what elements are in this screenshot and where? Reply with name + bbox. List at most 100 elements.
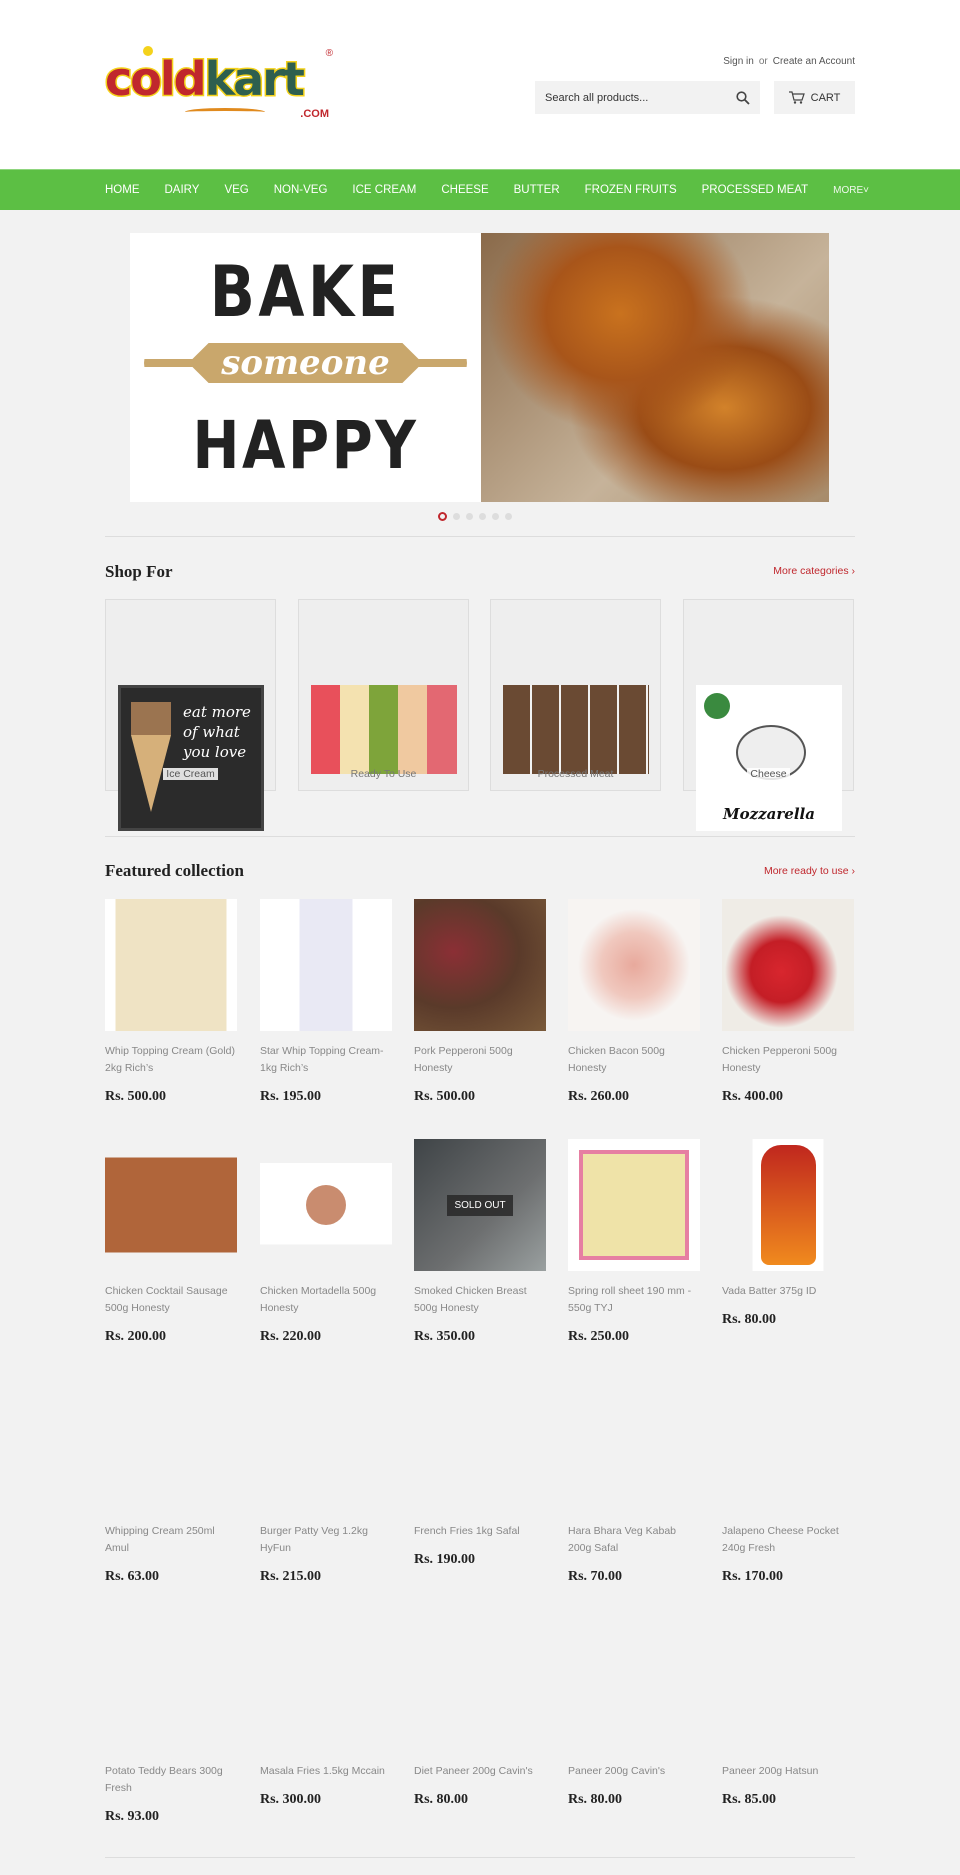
nav-home[interactable]: HOME [105, 184, 140, 196]
product-card[interactable]: SOLD OUT Smoked Chicken Breast 500g Hones… [414, 1139, 546, 1345]
coldkart-logo[interactable]: coldkart .COM ® [104, 46, 333, 122]
nav-more[interactable]: MORE˅ [833, 185, 869, 196]
product-image[interactable] [414, 1379, 546, 1511]
product-card[interactable]: Jalapeno Cheese Pocket 240g Fresh Rs. 170… [722, 1379, 854, 1585]
product-card[interactable]: Burger Patty Veg 1.2kg HyFun Rs. 215.00 [260, 1379, 392, 1585]
product-price: Rs. 200.00 [105, 1329, 167, 1344]
nav-ice-cream[interactable]: ICE CREAM [352, 184, 416, 196]
product-image[interactable] [722, 1619, 854, 1751]
sign-in-link[interactable]: Sign in [723, 56, 754, 67]
slide-dot-3[interactable] [466, 513, 473, 520]
product-price: Rs. 300.00 [260, 1792, 322, 1807]
product-title[interactable]: Hara Bhara Veg Kabab 200g Safal [568, 1523, 700, 1557]
more-ready-to-use-link[interactable]: More ready to use › [764, 865, 855, 877]
product-image[interactable] [414, 899, 546, 1031]
product-card[interactable]: Whip Topping Cream (Gold) 2kg Rich’s Rs. … [105, 899, 237, 1105]
main-nav: HOME DAIRY VEG NON-VEG ICE CREAM CHEESE … [0, 169, 960, 210]
product-price: Rs. 85.00 [722, 1792, 777, 1807]
category-label-wrap: Ice Cream [106, 768, 275, 780]
product-card[interactable]: French Fries 1kg Safal Rs. 190.00 [414, 1379, 546, 1568]
more-categories-link[interactable]: More categories › [773, 565, 855, 577]
product-title[interactable]: Chicken Cocktail Sausage 500g Honesty [105, 1283, 237, 1317]
product-image[interactable] [414, 1619, 546, 1751]
product-card[interactable]: Masala Fries 1.5kg Mccain Rs. 300.00 [260, 1619, 392, 1808]
product-title[interactable]: Spring roll sheet 190 mm - 550g TYJ [568, 1283, 700, 1317]
product-title[interactable]: Chicken Pepperoni 500g Honesty [722, 1043, 854, 1077]
product-image[interactable] [105, 1139, 237, 1271]
product-title[interactable]: Paneer 200g Hatsun [722, 1763, 854, 1780]
product-card[interactable]: Chicken Pepperoni 500g Honesty Rs. 400.00 [722, 899, 854, 1105]
product-title[interactable]: Masala Fries 1.5kg Mccain [260, 1763, 392, 1780]
slide-dot-5[interactable] [492, 513, 499, 520]
nav-dairy[interactable]: DAIRY [165, 184, 200, 196]
product-card[interactable]: Spring roll sheet 190 mm - 550g TYJ Rs. 2… [568, 1139, 700, 1345]
product-title[interactable]: Chicken Mortadella 500g Honesty [260, 1283, 392, 1317]
slide-dot-1[interactable] [438, 512, 447, 521]
nav-non-veg[interactable]: NON-VEG [274, 184, 328, 196]
product-image[interactable] [568, 899, 700, 1031]
product-image[interactable] [568, 1619, 700, 1751]
product-image[interactable] [105, 1379, 237, 1511]
product-image[interactable] [722, 1139, 854, 1271]
croissant-image [481, 233, 829, 502]
product-card[interactable]: Chicken Mortadella 500g Honesty Rs. 220.0… [260, 1139, 392, 1345]
product-title[interactable]: Chicken Bacon 500g Honesty [568, 1043, 700, 1077]
product-image[interactable] [260, 899, 392, 1031]
product-card[interactable]: Vada Batter 375g ID Rs. 80.00 [722, 1139, 854, 1328]
product-title[interactable]: Jalapeno Cheese Pocket 240g Fresh [722, 1523, 854, 1557]
product-card[interactable]: Whipping Cream 250ml Amul Rs. 63.00 [105, 1379, 237, 1585]
cart-button[interactable]: CART [774, 81, 855, 114]
product-title[interactable]: Vada Batter 375g ID [722, 1283, 854, 1300]
product-image[interactable] [260, 1379, 392, 1511]
nav-processed-meat[interactable]: PROCESSED MEAT [702, 184, 809, 196]
product-card[interactable]: Paneer 200g Hatsun Rs. 85.00 [722, 1619, 854, 1808]
slide-dot-4[interactable] [479, 513, 486, 520]
product-price: Rs. 500.00 [105, 1089, 167, 1104]
create-account-link[interactable]: Create an Account [773, 56, 855, 67]
divider [105, 536, 855, 537]
product-image[interactable]: SOLD OUT [414, 1139, 546, 1271]
product-card[interactable]: Diet Paneer 200g Cavin's Rs. 80.00 [414, 1619, 546, 1808]
product-title[interactable]: French Fries 1kg Safal [414, 1523, 546, 1540]
product-card[interactable]: Star Whip Topping Cream-1kg Rich’s Rs. 19… [260, 899, 392, 1105]
product-title[interactable]: Burger Patty Veg 1.2kg HyFun [260, 1523, 392, 1557]
product-card[interactable]: Paneer 200g Cavin's Rs. 80.00 [568, 1619, 700, 1808]
product-title[interactable]: Pork Pepperoni 500g Honesty [414, 1043, 546, 1077]
product-title[interactable]: Paneer 200g Cavin's [568, 1763, 700, 1780]
product-image[interactable] [722, 1379, 854, 1511]
registered-icon: ® [325, 48, 333, 59]
hero-banner[interactable]: BAKE someone HAPPY [130, 233, 829, 502]
divider [105, 1857, 855, 1858]
nav-butter[interactable]: BUTTER [514, 184, 560, 196]
product-title[interactable]: Whipping Cream 250ml Amul [105, 1523, 237, 1557]
product-image[interactable] [722, 899, 854, 1031]
category-cheese[interactable]: Mozzarella Cheese [683, 599, 854, 831]
slide-dot-2[interactable] [453, 513, 460, 520]
product-title[interactable]: Smoked Chicken Breast 500g Honesty [414, 1283, 546, 1317]
product-image[interactable] [260, 1139, 392, 1271]
product-title[interactable]: Diet Paneer 200g Cavin's [414, 1763, 546, 1780]
product-title[interactable]: Potato Teddy Bears 300g Fresh [105, 1763, 237, 1797]
product-image[interactable] [260, 1619, 392, 1751]
category-ready-to-use[interactable]: Ready To Use [298, 599, 469, 791]
slide-dot-6[interactable] [505, 513, 512, 520]
nav-veg[interactable]: VEG [224, 184, 248, 196]
product-title[interactable]: Star Whip Topping Cream-1kg Rich’s [260, 1043, 392, 1077]
product-card[interactable]: Pork Pepperoni 500g Honesty Rs. 500.00 [414, 899, 546, 1105]
search-input[interactable] [545, 91, 736, 104]
product-title[interactable]: Whip Topping Cream (Gold) 2kg Rich’s [105, 1043, 237, 1077]
product-card[interactable]: Chicken Bacon 500g Honesty Rs. 260.00 [568, 899, 700, 1105]
nav-cheese[interactable]: CHEESE [441, 184, 488, 196]
product-image[interactable] [568, 1379, 700, 1511]
search-icon[interactable] [736, 90, 750, 105]
product-image[interactable] [568, 1139, 700, 1271]
product-image[interactable] [105, 1619, 237, 1751]
category-processed-meat[interactable]: Processed Meat [490, 599, 661, 791]
category-ice-cream[interactable]: eat more of what you love Ice Cream [105, 599, 276, 831]
banner-line-2: someone [221, 343, 390, 383]
product-image[interactable] [105, 899, 237, 1031]
nav-frozen-fruits[interactable]: FROZEN FRUITS [585, 184, 677, 196]
product-card[interactable]: Chicken Cocktail Sausage 500g Honesty Rs.… [105, 1139, 237, 1345]
product-card[interactable]: Potato Teddy Bears 300g Fresh Rs. 93.00 [105, 1619, 237, 1825]
product-card[interactable]: Hara Bhara Veg Kabab 200g Safal Rs. 70.00 [568, 1379, 700, 1585]
